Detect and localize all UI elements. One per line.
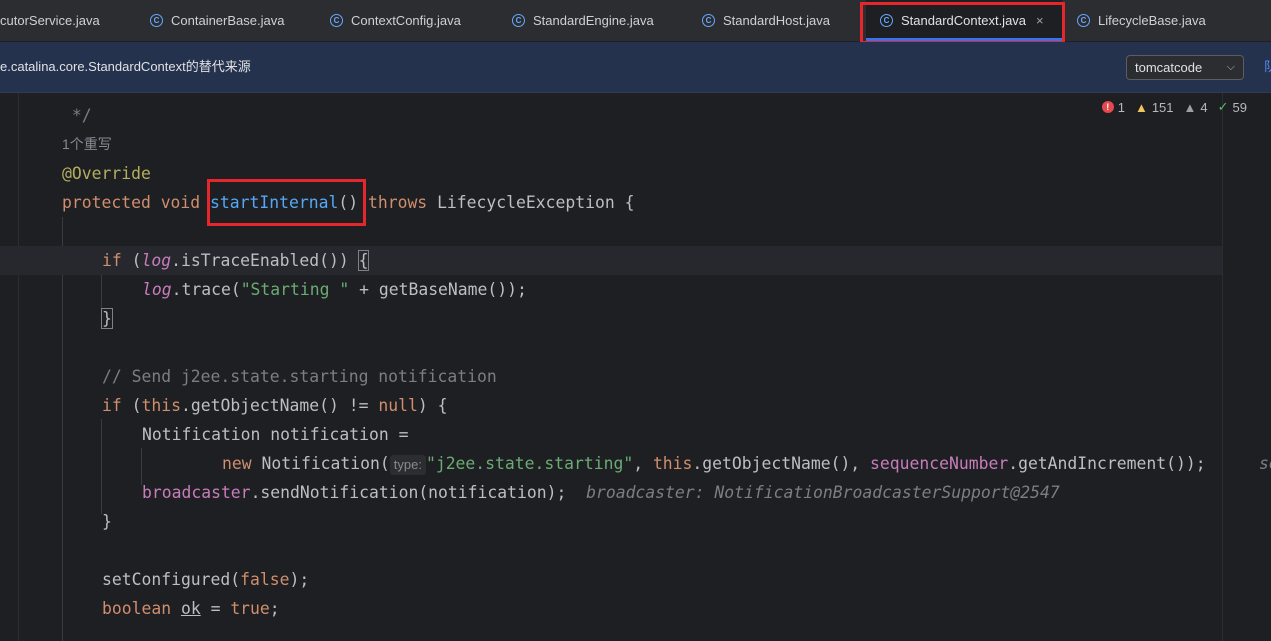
tab-standard-context[interactable]: C StandardContext.java ×: [866, 0, 1062, 41]
code-line: }: [102, 512, 112, 531]
code-line: setConfigured(false);: [102, 570, 310, 589]
java-class-icon: C: [702, 14, 715, 27]
java-class-icon: C: [330, 14, 343, 27]
code-line: }: [101, 304, 113, 333]
code-editor[interactable]: ! 1 ▲ 151 ▲ 4 ✓ 59 */ 1个重写 @Override protect…: [0, 93, 1271, 641]
java-class-icon: C: [880, 14, 893, 27]
method-signature-line: protected void startInternal() throws Li…: [62, 193, 635, 212]
truncated-debug-hint: se: [1259, 454, 1271, 473]
usages-hint[interactable]: 1个重写: [62, 130, 112, 159]
tab-lifecycle-base[interactable]: C LifecycleBase.java: [1077, 0, 1206, 41]
chevron-down-icon: ⌵: [1226, 61, 1235, 73]
java-class-icon: C: [150, 14, 163, 27]
matched-brace: }: [101, 308, 113, 329]
debug-inline-value: broadcaster: NotificationBroadcasterSupp…: [586, 483, 1060, 502]
code-line: new Notification(type: "j2ee.state.starti…: [222, 454, 1206, 475]
tab-standard-host[interactable]: C StandardHost.java: [702, 0, 830, 41]
weak-warnings-indicator[interactable]: ▲ 4: [1184, 100, 1208, 115]
code-line: log.trace("Starting " + getBaseName());: [142, 280, 527, 299]
indent-guide: [62, 217, 63, 641]
code-line: Notification notification =: [142, 425, 409, 444]
code-line: if (this.getObjectName() != null) {: [102, 396, 448, 415]
errors-indicator[interactable]: ! 1: [1101, 100, 1125, 115]
checkmark-icon: ✓: [1217, 99, 1229, 114]
weak-warning-icon: ▲: [1183, 99, 1197, 115]
gutter-separator: [18, 93, 19, 641]
tab-label: ContextConfig.java: [351, 13, 461, 28]
parameter-name-hint: type:: [389, 454, 426, 475]
right-margin-guide: [1222, 93, 1223, 641]
close-tab-icon[interactable]: ×: [1036, 13, 1044, 28]
tab-label: ContainerBase.java: [171, 13, 285, 28]
inspection-widget[interactable]: ! 1 ▲ 151 ▲ 4 ✓ 59: [1101, 97, 1247, 117]
tab-context-config[interactable]: C ContextConfig.java: [330, 0, 461, 41]
editor-tab-bar: cutorService.java C ContainerBase.java C…: [0, 0, 1271, 42]
ok-indicator[interactable]: ✓ 59: [1218, 99, 1247, 115]
java-class-icon: C: [512, 14, 525, 27]
source-select-value: tomcatcode: [1135, 60, 1203, 75]
tab-label: StandardContext.java: [901, 13, 1027, 28]
code-line: @Override: [62, 164, 151, 183]
code-line: broadcaster.sendNotification(notificatio…: [142, 483, 1060, 502]
warnings-indicator[interactable]: ▲ 151: [1135, 100, 1174, 115]
banner-message: e.catalina.core.StandardContext的替代来源: [0, 59, 251, 74]
tab-label: cutorService.java: [0, 13, 100, 28]
tab-standard-engine[interactable]: C StandardEngine.java: [512, 0, 654, 41]
code-line: */: [62, 106, 92, 125]
banner-action-link[interactable]: 队: [1264, 42, 1271, 92]
code-line: boolean ok = true;: [102, 599, 280, 618]
tab-executor-service[interactable]: cutorService.java: [0, 0, 100, 41]
tab-label: LifecycleBase.java: [1098, 13, 1206, 28]
java-class-icon: C: [1077, 14, 1090, 27]
warning-icon: ▲: [1134, 99, 1148, 115]
method-name[interactable]: startInternal: [210, 193, 338, 212]
indent-guide: [101, 419, 102, 514]
source-select-dropdown[interactable]: tomcatcode ⌵: [1126, 55, 1244, 80]
alternative-source-banner: e.catalina.core.StandardContext的替代来源 tom…: [0, 42, 1271, 93]
code-line: // Send j2ee.state.starting notification: [102, 367, 497, 386]
tab-container-base[interactable]: C ContainerBase.java: [150, 0, 284, 41]
matched-brace: {: [357, 250, 370, 271]
tab-label: StandardHost.java: [723, 13, 830, 28]
code-line: if (log.isTraceEnabled()) {: [102, 250, 370, 271]
error-icon: !: [1101, 101, 1114, 113]
tab-label: StandardEngine.java: [533, 13, 654, 28]
